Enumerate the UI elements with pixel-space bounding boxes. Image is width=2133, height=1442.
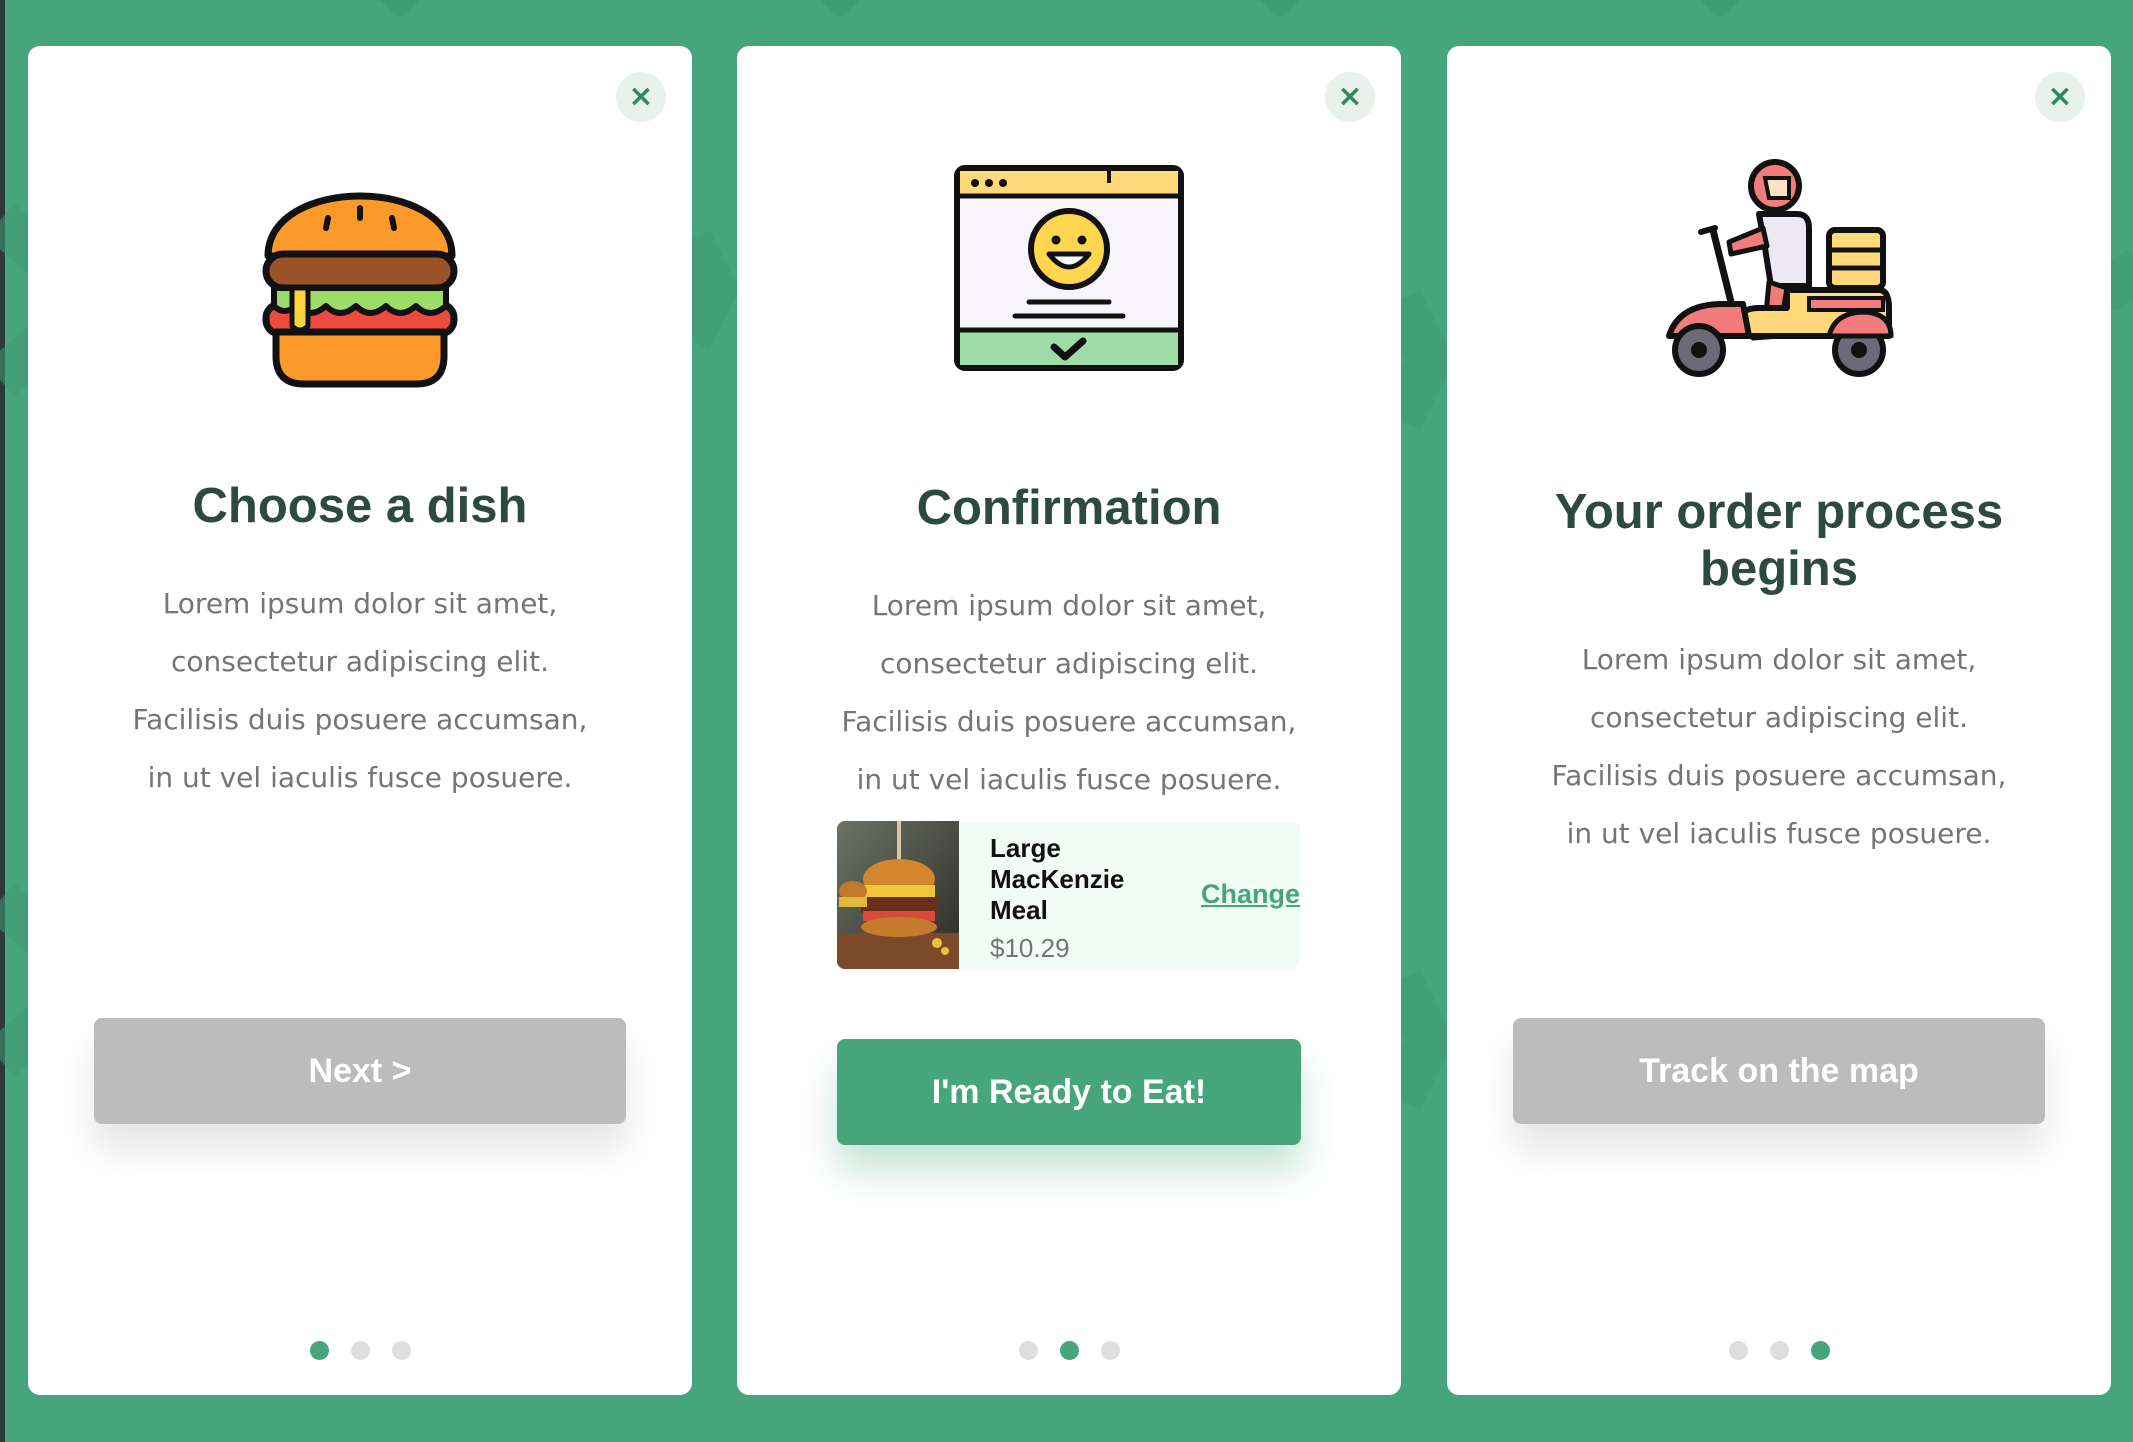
order-summary: Large MacKenzie Meal $10.29 Change [837,821,1300,969]
meal-photo [837,821,959,969]
card-title: Confirmation [916,481,1222,535]
close-button[interactable]: × [2035,72,2085,122]
description-line: Lorem ipsum dolor sit amet, [871,589,1267,622]
description-line: consectetur adipiscing elit. [1590,701,1968,734]
burger-icon [28,156,692,396]
close-button[interactable]: × [1325,72,1375,122]
description-line: Lorem ipsum dolor sit amet, [162,587,558,620]
next-button[interactable]: Next > [94,1018,626,1124]
track-on-map-button[interactable]: Track on the map [1513,1018,2045,1124]
card-title: Your order process begins [1554,485,2004,596]
description-line: in ut vel iaculis fusce posuere. [856,763,1282,796]
confirmation-icon [737,156,1401,396]
page-dot-2[interactable] [1059,1341,1079,1360]
page-dot-1[interactable] [309,1341,329,1360]
description-line: Facilisis duis posuere accumsan, [1551,759,2007,792]
description-line: in ut vel iaculis fusce posuere. [1566,817,1992,850]
page-dot-3[interactable] [1100,1341,1120,1360]
description-line: Facilisis duis posuere accumsan, [841,705,1297,738]
card-description: Lorem ipsum dolor sit amet, consectetur … [1487,631,2071,863]
change-link[interactable]: Change [1201,879,1300,910]
onboarding-card-2: × Confirmation Lorem ipsum dolor sit ame… [737,46,1401,1395]
page-dot-3[interactable] [1810,1341,1830,1360]
pagination-dots [1447,1341,2111,1360]
description-line: Facilisis duis posuere accumsan, [132,703,588,736]
description-line: Lorem ipsum dolor sit amet, [1581,643,1977,676]
meal-price: $10.29 [990,933,1070,963]
pagination-dots [28,1341,692,1360]
pagination-dots [737,1341,1401,1360]
onboarding-card-1: × Choose a dish Lorem ipsum dolor sit am… [28,46,692,1395]
page-dot-2[interactable] [350,1341,370,1360]
page-dot-1[interactable] [1728,1341,1748,1360]
ready-to-eat-button[interactable]: I'm Ready to Eat! [837,1039,1301,1145]
card-title: Choose a dish [192,479,528,533]
close-button[interactable]: × [616,72,666,122]
page-dot-2[interactable] [1769,1341,1789,1360]
card-description: Lorem ipsum dolor sit amet, consectetur … [68,575,652,807]
onboarding-card-3: × Your order process begins Lorem ipsum … [1447,46,2111,1395]
page-dot-3[interactable] [391,1341,411,1360]
page-dot-1[interactable] [1018,1341,1038,1360]
meal-name: Large MacKenzie Meal [990,833,1125,925]
card-description: Lorem ipsum dolor sit amet, consectetur … [777,577,1361,809]
description-line: consectetur adipiscing elit. [880,647,1258,680]
description-line: consectetur adipiscing elit. [171,645,549,678]
delivery-scooter-icon [1447,158,2111,398]
description-line: in ut vel iaculis fusce posuere. [147,761,573,794]
